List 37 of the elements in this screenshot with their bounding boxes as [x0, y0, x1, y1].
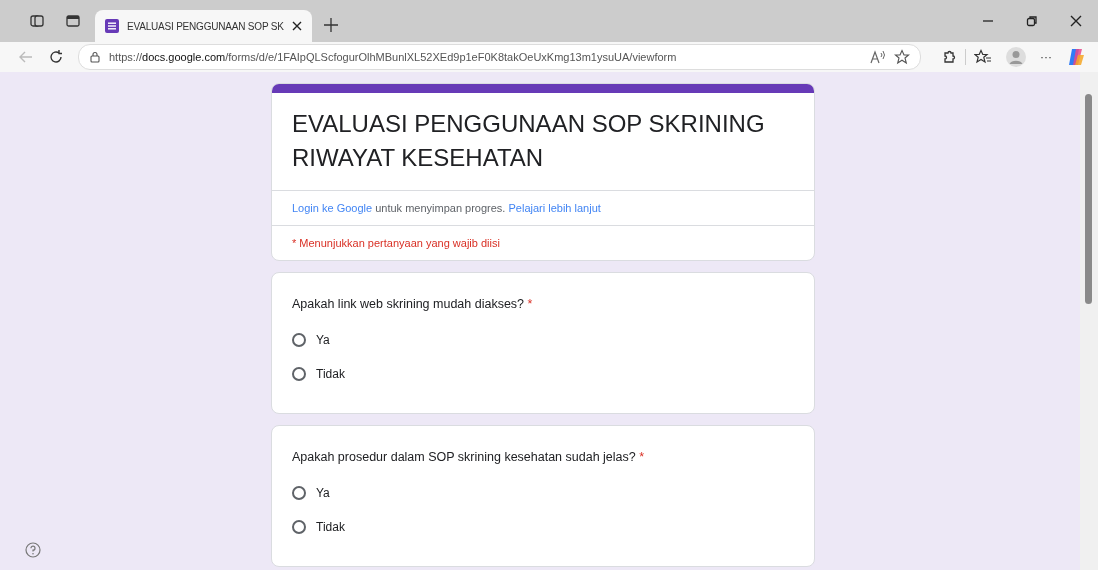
tab-actions-icon[interactable] — [65, 13, 81, 29]
favorites-icon[interactable] — [974, 49, 992, 65]
read-aloud-icon[interactable] — [870, 50, 886, 64]
close-icon[interactable] — [291, 21, 302, 31]
new-tab-icon[interactable] — [323, 18, 338, 32]
login-link[interactable]: Login ke Google — [292, 202, 373, 214]
lock-icon — [89, 51, 101, 63]
help-icon[interactable] — [25, 542, 41, 558]
workspaces-icon[interactable] — [29, 13, 45, 29]
url-text: https://docs.google.com/forms/d/e/1FAIpQLScfogurOlhMBunlXL52XEd9p1eF0K8takOeUxKmg13m1ysuUA/viewform — [109, 51, 678, 63]
tab-title: EVALUASI PENGGUNAAN SOP SK — [127, 20, 284, 32]
restore-icon[interactable] — [1026, 15, 1038, 27]
radio-button[interactable] — [292, 333, 306, 347]
forms-icon — [105, 19, 119, 33]
radio-button[interactable] — [292, 367, 306, 381]
radio-button[interactable] — [292, 486, 306, 500]
option-label: Ya — [316, 486, 330, 500]
more-button[interactable]: ··· — [1040, 50, 1052, 64]
star-icon[interactable] — [894, 49, 910, 65]
learn-more-link[interactable]: Pelajari lebih lanjut — [508, 202, 601, 214]
option-label: Tidak — [316, 367, 345, 381]
browser-tab[interactable]: EVALUASI PENGGUNAAN SOP SK — [95, 10, 312, 42]
question-text: Apakah prosedur dalam SOP skrining kesehatan sudah jelas? * — [292, 450, 646, 464]
login-notice: Login ke Google untuk menyimpan progres. Pelajari lebih lanjut — [292, 202, 601, 214]
radio-button[interactable] — [292, 520, 306, 534]
question-text: Apakah link web skrining mudah diakses? * — [292, 297, 534, 311]
extensions-icon[interactable] — [941, 49, 957, 65]
copilot-icon[interactable] — [1066, 47, 1086, 67]
address-bar[interactable]: https://docs.google.com/forms/d/e/1FAIpQLScfogurOlhMBunlXL52XEd9p1eF0K8takOeUxKmg13m1ysuUA/viewform — [78, 44, 921, 70]
option-label: Tidak — [316, 520, 345, 534]
refresh-icon[interactable] — [48, 49, 64, 65]
scrollbar[interactable] — [1080, 72, 1098, 570]
profile-icon[interactable] — [1006, 47, 1026, 67]
form-title: EVALUASI PENGGUNAAN SOP SKRINING RIWAYAT KESEHATAN — [272, 93, 814, 191]
required-note: * Menunjukkan pertanyaan yang wajib diisi — [292, 237, 500, 249]
option-label: Ya — [316, 333, 330, 347]
close-icon[interactable] — [1070, 15, 1082, 27]
